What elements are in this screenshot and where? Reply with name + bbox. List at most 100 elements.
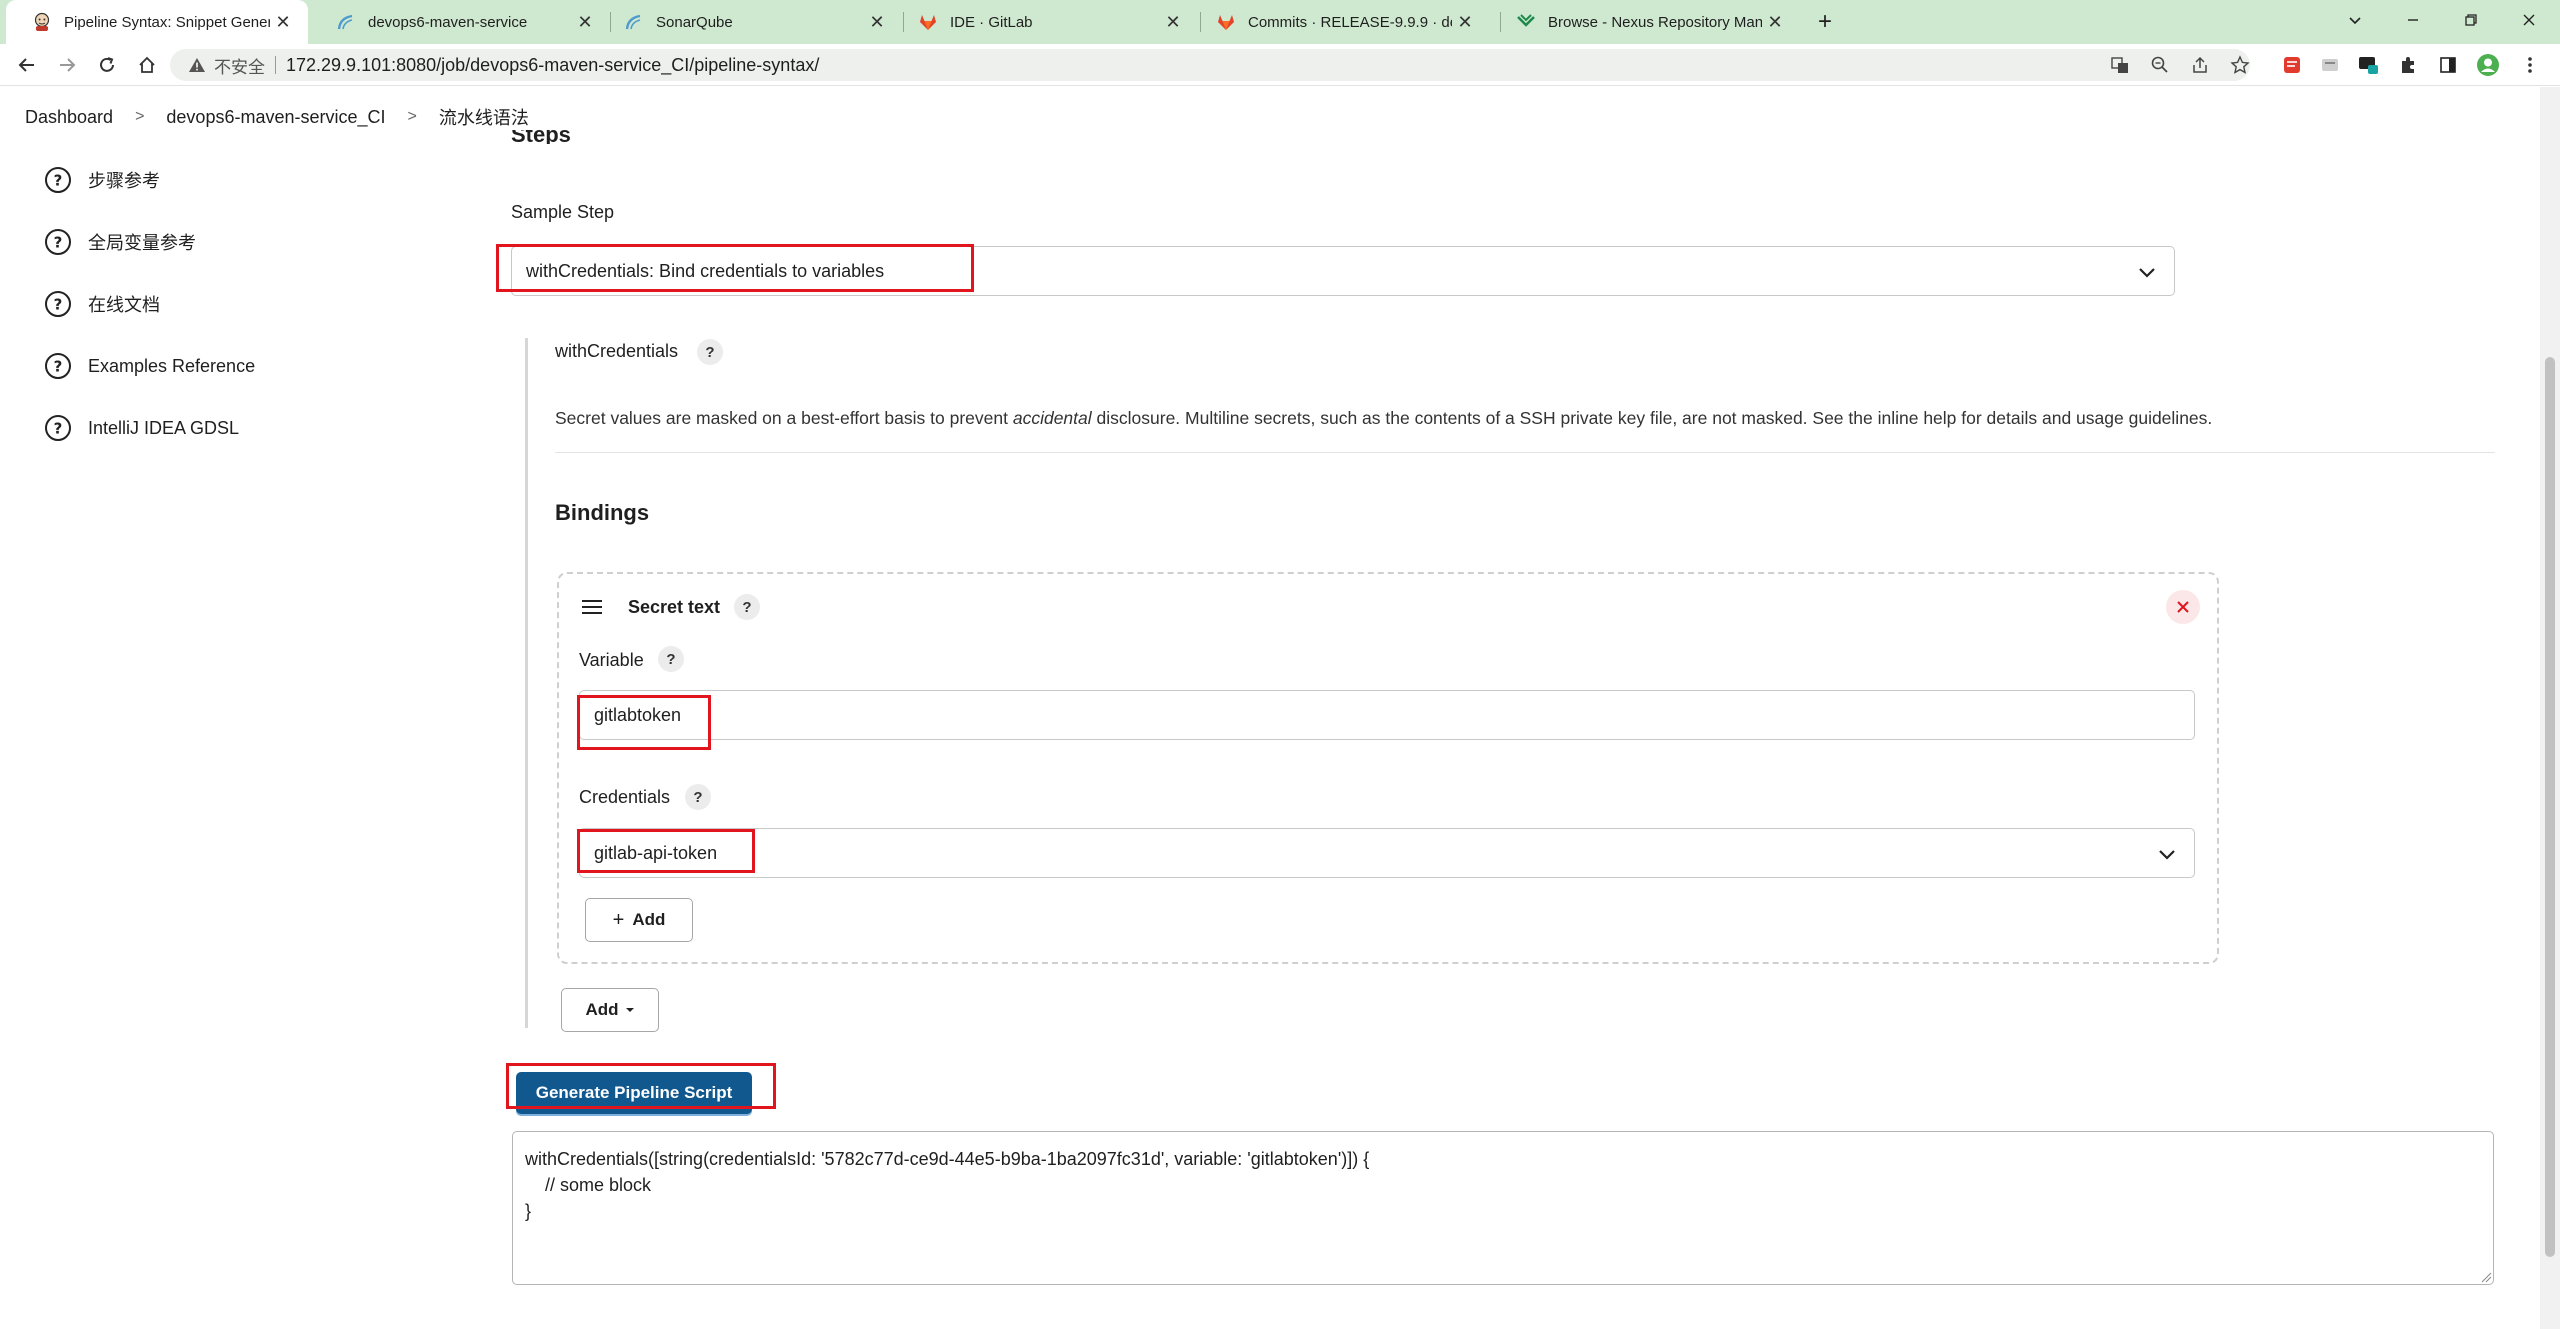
minimize-icon[interactable] (2384, 0, 2442, 40)
main-content: Steps Sample Step withCredentials: Bind … (0, 0, 2540, 1329)
svg-text:?: ? (54, 234, 63, 252)
reload-icon (100, 57, 114, 72)
chevron-right-icon: > (135, 108, 145, 125)
tab-title: IDE · GitLab (950, 13, 1033, 31)
tab-title: Browse - Nexus Repository Manager (1548, 13, 1762, 31)
breadcrumb-dashboard[interactable]: Dashboard (25, 107, 113, 128)
drag-handle-icon[interactable] (582, 598, 602, 616)
generated-script-textarea[interactable]: withCredentials([string(credentialsId: '… (512, 1131, 2494, 1285)
add-binding-dropdown-button[interactable]: Add (561, 988, 659, 1032)
close-tab-icon[interactable]: ✕ (1762, 9, 1788, 35)
section-heading-steps: Steps (511, 130, 571, 144)
svg-text:?: ? (54, 296, 63, 314)
breadcrumb-pipeline-syntax[interactable]: 流水线语法 (439, 104, 529, 130)
tab-ide-gitlab[interactable]: IDE · GitLab ✕ (892, 0, 1198, 44)
plus-icon: + (1818, 8, 1833, 35)
add-credential-label: Add (632, 910, 666, 929)
bookmark-star-icon[interactable] (2228, 53, 2252, 77)
tab-title: devops6-maven-service (368, 13, 528, 31)
close-tab-icon[interactable]: ✕ (1452, 9, 1478, 35)
credentials-help-icon[interactable]: ? (685, 784, 711, 810)
extension-reader-icon[interactable] (2318, 53, 2342, 77)
delete-binding-button[interactable] (2166, 590, 2200, 624)
binding-type-label: Secret text (628, 597, 721, 617)
caret-down-icon (625, 1008, 634, 1012)
sidebar-item-step-reference[interactable]: ? 步骤参考 (44, 162, 160, 198)
step-help-icon[interactable]: ? (697, 339, 723, 365)
close-tab-icon[interactable]: ✕ (572, 9, 598, 35)
new-tab-button[interactable]: + (1800, 0, 1860, 44)
url-text[interactable]: 172.29.9.101:8080/job/devops6-maven-serv… (286, 55, 819, 76)
zoom-icon[interactable] (2148, 53, 2172, 77)
sample-step-label: Sample Step (511, 202, 615, 222)
breadcrumb-job[interactable]: devops6-maven-service_CI (166, 107, 385, 128)
help-circle-icon: ? (45, 229, 71, 255)
translate-icon[interactable] (2108, 53, 2132, 77)
back-button[interactable] (12, 50, 42, 80)
reload-button[interactable] (92, 50, 122, 80)
jenkins-icon (34, 12, 50, 31)
gitlab-icon (1218, 15, 1234, 30)
close-tab-icon[interactable]: ✕ (864, 9, 890, 35)
tab-title: SonarQube (656, 13, 733, 31)
tab-pipeline-syntax[interactable]: Pipeline Syntax: Snippet Generator ✕ (6, 0, 308, 44)
step-description: Secret values are masked on a best-effor… (555, 408, 2213, 428)
share-icon[interactable] (2188, 53, 2212, 77)
step-name-label: withCredentials (555, 341, 679, 361)
arrow-right-icon (60, 58, 76, 72)
arrow-left-icon (18, 58, 34, 72)
close-tab-icon[interactable]: ✕ (270, 9, 296, 35)
bindings-heading: Bindings (555, 500, 650, 525)
browser-menu-icon[interactable] (2518, 53, 2542, 77)
breadcrumb: Dashboard > devops6-maven-service_CI > 流… (0, 87, 2540, 147)
tab-search-icon[interactable] (2326, 0, 2384, 40)
sidebar-item-global-variables[interactable]: ? 全局变量参考 (44, 224, 196, 260)
page-scrollbar[interactable] (2540, 87, 2560, 1329)
tab-commits-gitlab[interactable]: Commits · RELEASE-9.9.9 · devops6 ✕ (1190, 0, 1490, 44)
sidebar-item-intellij-gdsl[interactable]: ? IntelliJ IDEA GDSL (44, 410, 239, 446)
sidebar-item-label: 全局变量参考 (88, 233, 196, 253)
sidebar-item-online-docs[interactable]: ? 在线文档 (44, 286, 160, 322)
tab-nexus[interactable]: Browse - Nexus Repository Manager ✕ (1490, 0, 1800, 44)
security-status[interactable]: 不安全 (214, 53, 265, 78)
resize-handle-icon[interactable] (2480, 1271, 2492, 1283)
side-panel-icon[interactable] (2436, 53, 2460, 77)
sonarqube-icon (337, 14, 353, 30)
binding-help-icon[interactable]: ? (734, 594, 760, 620)
forward-button[interactable] (52, 50, 82, 80)
highlight-generate (506, 1063, 776, 1109)
sidebar-item-examples-reference[interactable]: ? Examples Reference (44, 348, 255, 384)
restore-icon[interactable] (2442, 0, 2500, 40)
add-credential-button[interactable]: + Add (585, 898, 693, 942)
highlight-variable (577, 695, 711, 750)
help-circle-icon: ? (45, 167, 71, 193)
home-button[interactable] (132, 50, 162, 80)
sidebar-item-label: 在线文档 (88, 295, 160, 315)
credentials-label: Credentials (579, 787, 671, 807)
highlight-sample-step (496, 244, 974, 292)
credentials-select[interactable]: gitlab-api-token (579, 828, 2195, 878)
extension-red-icon[interactable] (2280, 53, 2304, 77)
tab-title: Pipeline Syntax: Snippet Generator (64, 13, 270, 31)
extensions-puzzle-icon[interactable] (2396, 53, 2420, 77)
variable-input[interactable]: gitlabtoken (579, 690, 2195, 740)
address-bar[interactable]: 不安全 172.29.9.101:8080/job/devops6-maven-… (170, 49, 2250, 81)
tab-devops6-maven-service[interactable]: devops6-maven-service ✕ (310, 0, 610, 44)
sonarqube-icon (625, 14, 641, 30)
tab-title: Commits · RELEASE-9.9.9 · devops6 (1248, 13, 1452, 31)
extension-screen-icon[interactable] (2356, 53, 2380, 77)
close-tab-icon[interactable]: ✕ (1160, 9, 1186, 35)
omnibox-divider (275, 56, 276, 74)
sidebar-item-label: IntelliJ IDEA GDSL (88, 417, 240, 438)
warning-triangle-icon (189, 58, 205, 72)
scrollbar-thumb[interactable] (2545, 357, 2555, 1257)
binding-card (557, 572, 2219, 964)
variable-help-icon[interactable]: ? (658, 646, 684, 672)
nexus-icon (1517, 14, 1535, 27)
add-binding-label: Add (585, 1000, 619, 1019)
description-divider (555, 452, 2495, 453)
close-window-icon[interactable] (2500, 0, 2558, 40)
browser-toolbar: 不安全 172.29.9.101:8080/job/devops6-maven-… (0, 44, 2560, 86)
profile-avatar-icon[interactable] (2476, 53, 2500, 77)
tab-sonarqube[interactable]: SonarQube ✕ (598, 0, 902, 44)
